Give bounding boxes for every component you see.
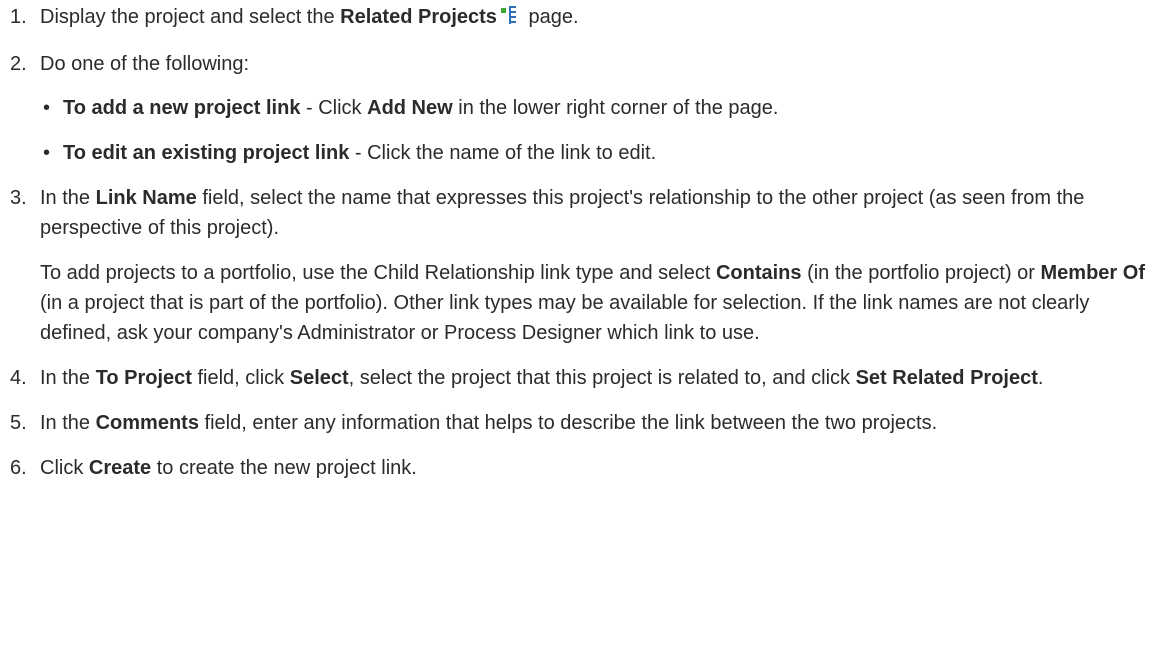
step-6: 6. Click Create to create the new projec… [10, 453, 1157, 483]
instructions-page: 1. Display the project and select the Re… [0, 0, 1165, 658]
step-content: In the Link Name field, select the name … [40, 183, 1157, 348]
ui-term: To Project [95, 367, 192, 389]
ui-term: Contains [715, 262, 802, 284]
step-content: Do one of the following: • To add a new … [40, 49, 1157, 168]
step-4: 4. In the To Project field, click Select… [10, 363, 1157, 393]
ui-term: Set Related Project [855, 367, 1038, 389]
step-content: In the To Project field, click Select, s… [40, 363, 1157, 393]
ui-term: Comments [95, 412, 199, 434]
list-item-text: To add a new project link - Click Add Ne… [63, 97, 779, 119]
step-text: In the Link Name field, select the name … [40, 187, 1085, 239]
step-number: 6. [10, 457, 27, 479]
ui-term: Related Projects [340, 6, 497, 28]
ui-term: Add New [367, 97, 453, 119]
step-text: Click Create to create the new project l… [40, 457, 417, 479]
ui-term: Link Name [95, 187, 197, 209]
step-text: Display the project and select the Relat… [40, 2, 1157, 34]
step-note: To add projects to a portfolio, use the … [40, 262, 1145, 344]
bullet: • [43, 97, 51, 119]
step-text: In the To Project field, click Select, s… [40, 367, 1044, 389]
step-number: 1. [10, 6, 27, 28]
ui-term: Select [289, 367, 349, 389]
list-item: • To edit an existing project link - Cli… [40, 138, 1157, 168]
ui-term: Create [88, 457, 152, 479]
step-2: 2. Do one of the following: • To add a n… [10, 49, 1157, 168]
step-content: In the Comments field, enter any informa… [40, 408, 1157, 438]
related-projects-icon [500, 4, 517, 34]
step-number: 4. [10, 367, 27, 389]
option-list: • To add a new project link - Click Add … [40, 93, 1157, 168]
list-item-text: To edit an existing project link - Click… [63, 142, 657, 164]
step-number: 3. [10, 187, 27, 209]
step-text: Do one of the following: [40, 53, 250, 75]
step-number: 5. [10, 412, 27, 434]
step-5: 5. In the Comments field, enter any info… [10, 408, 1157, 438]
step-text: In the Comments field, enter any informa… [40, 412, 938, 434]
bullet: • [43, 142, 51, 164]
list-item: • To add a new project link - Click Add … [40, 93, 1157, 123]
step-content: Click Create to create the new project l… [40, 453, 1157, 483]
step-number: 2. [10, 53, 27, 75]
ui-term: Member Of [1040, 262, 1145, 284]
step-1: 1. Display the project and select the Re… [10, 2, 1157, 34]
step-3: 3. In the Link Name field, select the na… [10, 183, 1157, 348]
step-content: Display the project and select the Relat… [40, 2, 1157, 34]
